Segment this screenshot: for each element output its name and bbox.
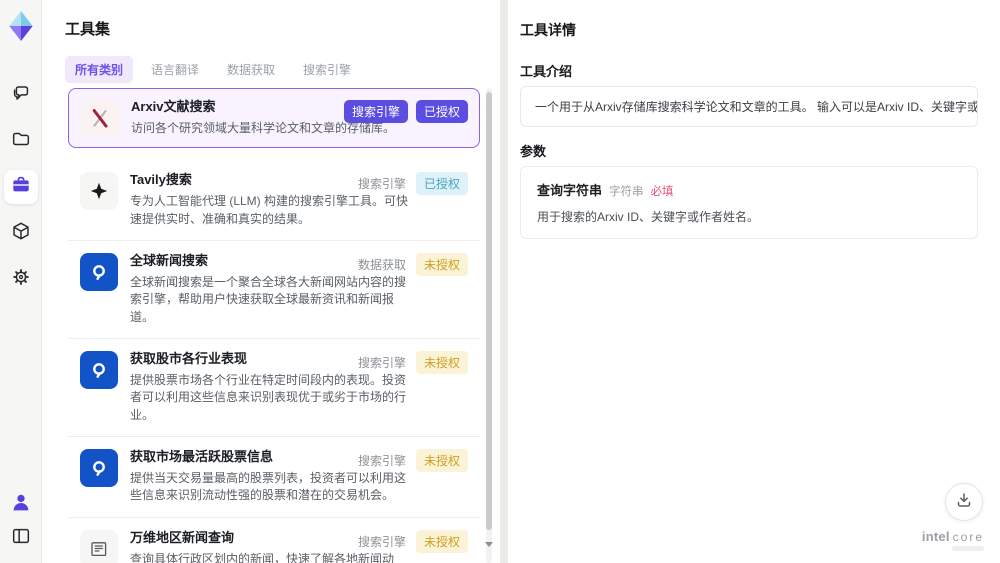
sidebar-item-user[interactable] bbox=[8, 492, 34, 518]
tool-list-panel: 工具集 所有类别 语言翻译 数据获取 搜索引擎 Arxiv文献搜索 访问各个研究… bbox=[42, 0, 500, 563]
left-sidebar bbox=[0, 0, 42, 563]
tool-category-label: 搜索引擎 bbox=[357, 177, 406, 192]
tool-intro-text: 一个用于从Arxiv存储库搜索科学论文和文章的工具。 输入可以是Arxiv ID… bbox=[520, 86, 978, 127]
sidebar-item-files[interactable] bbox=[4, 124, 38, 158]
toolbox-icon bbox=[10, 174, 32, 201]
tab-search-engine[interactable]: 搜索引擎 bbox=[293, 56, 361, 83]
tavily-star-icon bbox=[80, 172, 118, 211]
sidebar-collapse-button[interactable] bbox=[8, 525, 34, 551]
tab-language-translation[interactable]: 语言翻译 bbox=[141, 56, 209, 83]
tool-description: 提供股票市场各个行业在特定时间段内的表现。投资者可以利用这些信息来识别表现优于或… bbox=[130, 372, 407, 422]
tool-description: 提供当天交易量最高的股票列表，投资者可以利用这些信息来识别流动性强的股票和潜在的… bbox=[130, 470, 407, 503]
tool-category-label: 搜索引擎 bbox=[357, 356, 406, 371]
tool-status-badge: 未授权 bbox=[415, 252, 468, 276]
folder-icon bbox=[10, 128, 32, 155]
params-heading: 参数 bbox=[520, 144, 547, 159]
tab-data-fetch[interactable]: 数据获取 bbox=[217, 56, 285, 83]
intro-heading: 工具介绍 bbox=[520, 64, 573, 79]
tool-description: 专为人工智能代理 (LLM) 构建的搜索引擎工具。可快速提供实时、准确和真实的结… bbox=[130, 194, 409, 226]
brand-sub-mark bbox=[952, 546, 984, 551]
sidebar-nav bbox=[3, 78, 38, 296]
chat-icon bbox=[10, 82, 32, 109]
collapse-panel-icon bbox=[10, 525, 32, 552]
settings-gear-icon bbox=[10, 266, 32, 293]
package-icon bbox=[10, 220, 32, 247]
param-item: 查询字符串 字符串 必填 用于搜索的Arxiv ID、关键字或作者姓名。 bbox=[520, 166, 978, 239]
stock-sector-app-icon bbox=[80, 351, 118, 390]
param-name: 查询字符串 bbox=[537, 183, 603, 198]
tool-category-label: 搜索引擎 bbox=[357, 534, 406, 549]
tool-description: 全球新闻搜索是一个聚合全球各大新闻网站内容的搜索引擎，帮助用户快速获取全球最新资… bbox=[130, 274, 407, 324]
tab-all-categories[interactable]: 所有类别 bbox=[65, 56, 134, 83]
download-button[interactable] bbox=[945, 483, 983, 521]
tool-status-badge: 已授权 bbox=[415, 172, 468, 196]
intel-core-logo: intel core bbox=[922, 529, 984, 551]
tool-card-arxiv[interactable]: Arxiv文献搜索 访问各个研究领域大量科学论文和文章的存储库。 搜索引擎 已授… bbox=[68, 88, 480, 149]
sidebar-item-packages[interactable] bbox=[4, 216, 38, 250]
download-icon bbox=[954, 490, 974, 515]
regional-news-icon bbox=[80, 529, 118, 563]
page-title: 工具集 bbox=[65, 21, 111, 38]
list-scrollbar[interactable] bbox=[485, 88, 493, 563]
param-required-label: 必填 bbox=[650, 186, 674, 198]
scroll-down-arrow-icon bbox=[485, 542, 493, 547]
detail-title: 工具详情 bbox=[520, 22, 576, 38]
active-stocks-app-icon bbox=[80, 449, 118, 488]
param-description: 用于搜索的Arxiv ID、关键字或作者姓名。 bbox=[537, 210, 760, 224]
tool-card-tavily[interactable]: Tavily搜索 专为人工智能代理 (LLM) 构建的搜索引擎工具。可快速提供实… bbox=[68, 160, 480, 241]
tool-category-label: 数据获取 bbox=[357, 257, 406, 272]
app-logo-diamond-icon bbox=[6, 8, 36, 44]
tool-card-list: Arxiv文献搜索 访问各个研究领域大量科学论文和文章的存储库。 搜索引擎 已授… bbox=[68, 88, 480, 563]
tool-status-badge: 未授权 bbox=[415, 351, 468, 375]
brand-core-text: core bbox=[952, 530, 984, 544]
panel-divider bbox=[500, 0, 508, 563]
tool-card-stock-sectors[interactable]: 获取股市各行业表现 提供股票市场各个行业在特定时间段内的表现。投资者可以利用这些… bbox=[68, 339, 480, 438]
tool-category-badge: 搜索引擎 bbox=[343, 100, 408, 123]
tool-card-regional-news[interactable]: 万维地区新闻查询 查询具体行政区划内的新闻，快速了解各地新闻动 搜索引擎 未授权 bbox=[68, 517, 480, 563]
sidebar-bottom bbox=[8, 492, 34, 551]
tool-card-active-stocks[interactable]: 获取市场最活跃股票信息 提供当天交易量最高的股票列表，投资者可以利用这些信息来识… bbox=[68, 437, 480, 518]
tool-status-badge: 已授权 bbox=[415, 100, 468, 123]
sidebar-item-settings[interactable] bbox=[4, 262, 38, 296]
tool-status-badge: 未授权 bbox=[415, 449, 468, 473]
tool-card-global-news[interactable]: 全球新闻搜索 全球新闻搜索是一个聚合全球各大新闻网站内容的搜索引擎，帮助用户快速… bbox=[68, 240, 480, 340]
user-avatar-icon bbox=[10, 492, 32, 519]
sidebar-item-chat[interactable] bbox=[4, 78, 38, 112]
tool-status-badge: 未授权 bbox=[415, 529, 468, 553]
sidebar-item-tools[interactable] bbox=[3, 170, 38, 204]
param-type: 字符串 bbox=[609, 186, 644, 198]
tool-category-label: 搜索引擎 bbox=[357, 454, 406, 469]
scrollbar-thumb[interactable] bbox=[486, 92, 492, 530]
global-news-app-icon bbox=[80, 252, 118, 291]
brand-intel-text: intel bbox=[921, 529, 950, 544]
arxiv-chi-icon bbox=[81, 99, 119, 137]
tool-detail-panel: 工具详情 工具介绍 一个用于从Arxiv存储库搜索科学论文和文章的工具。 输入可… bbox=[508, 0, 1000, 563]
category-tabs: 所有类别 语言翻译 数据获取 搜索引擎 bbox=[65, 56, 361, 83]
